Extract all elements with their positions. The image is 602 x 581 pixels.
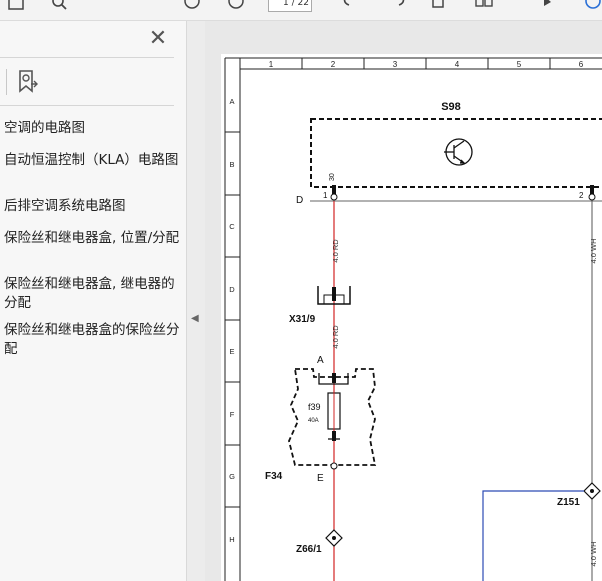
bookmark-item[interactable]: 后排空调系统电路图	[4, 197, 182, 216]
page-value: 1	[283, 0, 289, 8]
sidebar-resize-handle[interactable]: ◀	[186, 21, 206, 581]
pin-label: 30	[329, 173, 336, 181]
pin-label: 2	[579, 191, 584, 200]
sidebar-divider	[6, 69, 7, 95]
sidebar-divider	[0, 105, 174, 106]
export-icon[interactable]	[428, 0, 448, 14]
row-label: H	[229, 535, 234, 544]
collapse-icon[interactable]: ◀	[191, 313, 199, 324]
page-total: / 22	[291, 0, 309, 8]
help-icon[interactable]	[582, 0, 602, 14]
row-label: B	[229, 160, 234, 169]
document-viewport[interactable]: 1 2 3 4 5 6 A B C D E F G H S98 D 1 30 2…	[205, 21, 602, 581]
x31-label: X31/9	[289, 314, 316, 325]
sidebar-divider	[0, 57, 174, 58]
z151-label: Z151	[557, 497, 580, 508]
fuse-amp: 40A	[308, 418, 319, 424]
pin-label: 1	[323, 191, 328, 200]
rotate-ccw-icon[interactable]	[340, 0, 360, 14]
up-icon[interactable]	[182, 0, 202, 14]
column-label: 2	[331, 60, 336, 69]
bookmark-item[interactable]: 自动恒温控制（KLA）电路图	[4, 151, 182, 170]
search-icon[interactable]	[50, 0, 70, 14]
e-label: E	[317, 473, 324, 484]
bookmark-item[interactable]: 空调的电路图	[4, 119, 182, 138]
bookmark-icon[interactable]	[16, 69, 40, 95]
wire-label: 4.0 RD	[331, 239, 340, 263]
row-label: E	[229, 347, 234, 356]
toolbar: 1 / 22	[0, 0, 602, 21]
page-input[interactable]: 1 / 22	[268, 0, 312, 12]
row-label: G	[229, 472, 235, 481]
wire-label: 4.0 WH	[589, 238, 598, 263]
bookmark-item[interactable]: 保险丝和继电器盒, 位置/分配	[4, 229, 182, 248]
column-label: 3	[393, 60, 398, 69]
layout-icon[interactable]	[474, 0, 494, 14]
row-label: A	[229, 97, 234, 106]
d-label: D	[296, 195, 303, 206]
s98-label: S98	[441, 101, 461, 113]
z66-label: Z66/1	[296, 544, 322, 555]
bookmark-item[interactable]: 保险丝和继电器盒, 继电器的分配	[4, 275, 182, 313]
close-icon[interactable]: ✕	[148, 28, 168, 50]
wire-label: 4.0 WH	[589, 541, 598, 566]
bookmarks-sidebar: ✕ 空调的电路图 自动恒温控制（KLA）电路图 后排空调系统电路图 保险丝和继电…	[0, 21, 186, 581]
wire-label: 4.0 RD	[331, 325, 340, 349]
row-label: C	[229, 222, 235, 231]
down-icon[interactable]	[226, 0, 246, 14]
page-sheet	[221, 54, 602, 581]
column-label: 1	[269, 60, 274, 69]
f34-label: F34	[265, 471, 283, 482]
rotate-cw-icon[interactable]	[388, 0, 408, 14]
column-label: 5	[517, 60, 522, 69]
row-label: F	[230, 410, 235, 419]
a-label: A	[317, 355, 324, 366]
wiring-diagram: 1 2 3 4 5 6 A B C D E F G H S98 D 1 30 2…	[221, 54, 602, 581]
bookmark-item[interactable]: 保险丝和继电器盒的保险丝分配	[4, 321, 182, 359]
image-icon[interactable]	[6, 0, 26, 14]
column-label: 4	[455, 60, 460, 69]
row-label: D	[229, 285, 235, 294]
pointer-icon[interactable]	[538, 0, 558, 14]
column-label: 6	[579, 60, 584, 69]
fuse-label: f39	[308, 402, 321, 412]
